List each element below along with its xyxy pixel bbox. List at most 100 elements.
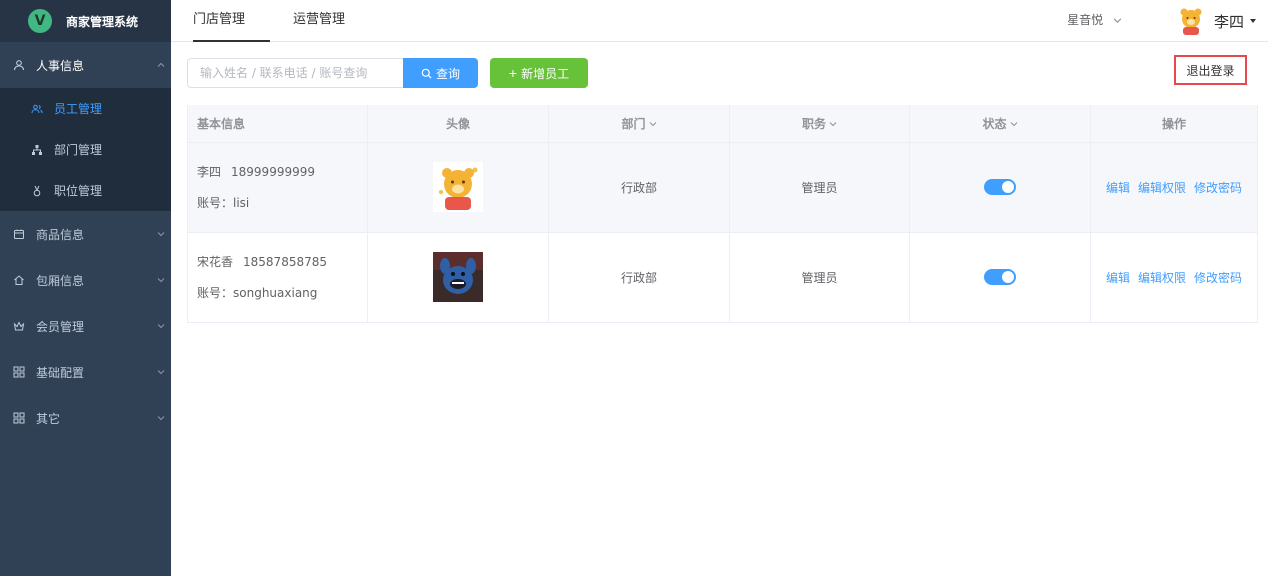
edit-permissions-link[interactable]: 编辑权限	[1138, 271, 1186, 285]
cell-position: 管理员	[729, 232, 910, 323]
column-header-basic-info: 基本信息	[187, 105, 368, 143]
search-icon	[421, 68, 432, 79]
cell-status	[909, 142, 1091, 233]
menu-group-other[interactable]: 其它	[0, 395, 171, 441]
cell-basic-info: 李四 18999999999 账号：lisi	[187, 142, 368, 233]
sidebar-item-staff[interactable]: 员工管理	[0, 88, 171, 129]
chevron-down-icon	[649, 120, 657, 128]
search-button-label: 查询	[435, 66, 460, 81]
column-header-actions: 操作	[1090, 105, 1258, 143]
staff-name: 李四	[197, 165, 222, 179]
column-header-avatar: 头像	[367, 105, 549, 143]
column-header-label: 部门	[621, 116, 646, 131]
menu-group-config[interactable]: 基础配置	[0, 349, 171, 395]
cell-department: 行政部	[548, 232, 730, 323]
cell-actions: 编辑 编辑权限 修改密码	[1090, 232, 1258, 323]
chevron-down-icon	[829, 120, 837, 128]
column-header-position[interactable]: 职务	[729, 105, 910, 143]
menu-group-label: 商品信息	[36, 227, 85, 242]
shop-select[interactable]: 星音悦	[1067, 0, 1122, 42]
staff-account: 账号：songhuaxiang	[197, 286, 318, 300]
tab-store-management[interactable]: 门店管理	[193, 0, 270, 42]
staff-table: 基本信息 头像 部门 职务 状态 操作 李四 18999999999 账号：lis…	[187, 105, 1258, 323]
table-row: 李四 18999999999 账号：lisi 行政部 管理员 编辑 编辑权限 修…	[187, 142, 1258, 233]
menu-group-label: 会员管理	[36, 319, 85, 334]
edit-link[interactable]: 编辑	[1106, 271, 1130, 285]
column-header-label: 状态	[982, 116, 1007, 131]
crown-icon	[12, 319, 26, 333]
avatar	[433, 162, 483, 212]
cell-actions: 编辑 编辑权限 修改密码	[1090, 142, 1258, 233]
logo-bar: V 商家管理系统	[0, 0, 171, 42]
main-content: 查询 + 新增员工 退出登录 基本信息 头像 部门 职务 状态 操	[171, 42, 1268, 576]
menu-group-label: 基础配置	[36, 365, 85, 380]
badge-icon	[30, 184, 44, 198]
cell-status	[909, 232, 1091, 323]
chevron-down-icon	[157, 322, 165, 330]
chevron-down-icon	[157, 230, 165, 238]
search-input[interactable]	[187, 58, 404, 88]
sidebar-item-position[interactable]: 职位管理	[0, 170, 171, 211]
status-toggle[interactable]	[984, 269, 1016, 285]
user-icon	[12, 58, 26, 72]
app-title: 商家管理系统	[66, 14, 139, 29]
cell-basic-info: 宋花香 18587858785 账号：songhuaxiang	[187, 232, 368, 323]
toggle-knob	[1002, 271, 1014, 283]
chevron-down-icon	[1010, 120, 1018, 128]
menu-group-rooms[interactable]: 包厢信息	[0, 257, 171, 303]
plus-icon: +	[508, 65, 518, 81]
menu-group-label: 其它	[36, 411, 61, 426]
org-chart-icon	[30, 143, 44, 157]
menu-group-label: 人事信息	[36, 58, 85, 73]
caret-down-icon	[1250, 19, 1256, 23]
status-toggle[interactable]	[984, 179, 1016, 195]
sidebar-item-label: 部门管理	[54, 143, 103, 157]
sidebar-item-department[interactable]: 部门管理	[0, 129, 171, 170]
chevron-down-icon	[157, 276, 165, 284]
column-header-status[interactable]: 状态	[909, 105, 1091, 143]
staff-phone: 18999999999	[231, 165, 315, 179]
shop-name: 星音悦	[1067, 13, 1104, 27]
chevron-down-icon	[157, 414, 165, 422]
cell-avatar	[367, 142, 549, 233]
user-menu[interactable]: 李四	[1176, 0, 1256, 42]
submenu-hr: 员工管理 部门管理 职位管理	[0, 88, 171, 211]
add-staff-button[interactable]: + 新增员工	[490, 58, 588, 88]
change-password-link[interactable]: 修改密码	[1194, 271, 1242, 285]
chevron-down-icon	[1113, 1, 1122, 41]
top-header: 门店管理 运营管理 星音悦 李四	[171, 0, 1268, 42]
edit-link[interactable]: 编辑	[1106, 181, 1130, 195]
table-header-row: 基本信息 头像 部门 职务 状态 操作	[187, 105, 1258, 143]
column-header-department[interactable]: 部门	[548, 105, 730, 143]
avatar	[1180, 8, 1202, 35]
logo-icon: V	[28, 9, 52, 33]
tab-operations[interactable]: 运营管理	[293, 0, 345, 42]
sidebar-item-label: 员工管理	[54, 102, 103, 116]
staff-phone: 18587858785	[243, 255, 327, 269]
staff-name: 宋花香	[197, 255, 234, 269]
change-password-link[interactable]: 修改密码	[1194, 181, 1242, 195]
menu-group-members[interactable]: 会员管理	[0, 303, 171, 349]
table-row: 宋花香 18587858785 账号：songhuaxiang 行政部 管理员 …	[187, 232, 1258, 323]
sidebar: V 商家管理系统 人事信息 员工管理 部门管理 职位管理 商品信息 包厢信息 会…	[0, 0, 171, 576]
menu-group-hr[interactable]: 人事信息	[0, 42, 171, 88]
avatar	[433, 252, 483, 302]
home-icon	[12, 273, 26, 287]
column-header-label: 职务	[801, 116, 826, 131]
goods-icon	[12, 227, 26, 241]
staff-account: 账号：lisi	[197, 196, 250, 210]
edit-permissions-link[interactable]: 编辑权限	[1138, 181, 1186, 195]
menu-group-label: 包厢信息	[36, 273, 85, 288]
grid-icon	[12, 365, 26, 379]
add-staff-label: 新增员工	[521, 66, 570, 81]
users-icon	[30, 102, 44, 116]
user-name: 李四	[1213, 12, 1244, 31]
grid-icon	[12, 411, 26, 425]
cell-department: 行政部	[548, 142, 730, 233]
sidebar-item-label: 职位管理	[54, 184, 103, 198]
logout-button[interactable]: 退出登录	[1174, 55, 1247, 85]
cell-position: 管理员	[729, 142, 910, 233]
cell-avatar	[367, 232, 549, 323]
menu-group-goods[interactable]: 商品信息	[0, 211, 171, 257]
search-button[interactable]: 查询	[403, 58, 478, 88]
